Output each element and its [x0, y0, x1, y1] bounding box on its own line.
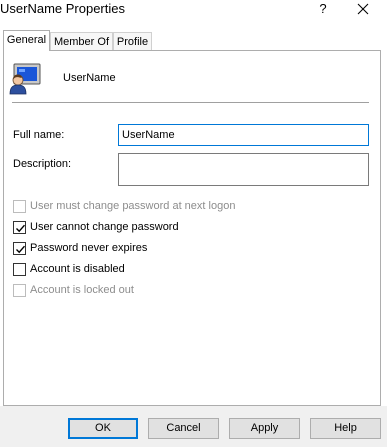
separator — [12, 102, 369, 103]
full-name-field[interactable]: UserName — [118, 124, 369, 146]
checkbox-label: Account is locked out — [30, 284, 134, 296]
checkbox-box[interactable] — [13, 221, 26, 234]
ok-button[interactable]: OK — [68, 418, 138, 439]
checkmark-icon — [16, 245, 26, 254]
tab-profile[interactable]: Profile — [113, 32, 152, 50]
checkmark-icon — [16, 224, 26, 233]
tab-general[interactable]: General — [3, 30, 50, 51]
checkbox-box[interactable] — [13, 200, 26, 213]
apply-button[interactable]: Apply — [229, 418, 300, 439]
close-icon[interactable] — [355, 0, 371, 18]
description-label: Description: — [13, 158, 72, 170]
checkbox-box[interactable] — [13, 263, 26, 276]
help-icon[interactable]: ? — [316, 0, 330, 18]
tab-member-of[interactable]: Member Of — [50, 32, 113, 50]
window-title: UserName Properties — [0, 1, 125, 16]
checkbox-label: User cannot change password — [30, 221, 179, 233]
full-name-label: Full name: — [13, 129, 65, 141]
checkbox-label: Password never expires — [30, 242, 148, 254]
username-label: UserName — [63, 72, 116, 84]
user-account-icon — [9, 63, 41, 95]
checkbox-label: Account is disabled — [30, 263, 125, 275]
cancel-button[interactable]: Cancel — [148, 418, 219, 439]
checkbox-box[interactable] — [13, 284, 26, 297]
checkbox-label: User must change password at next logon — [30, 200, 236, 212]
checkbox-box[interactable] — [13, 242, 26, 255]
help-button[interactable]: Help — [310, 418, 381, 439]
description-field[interactable] — [118, 153, 369, 186]
